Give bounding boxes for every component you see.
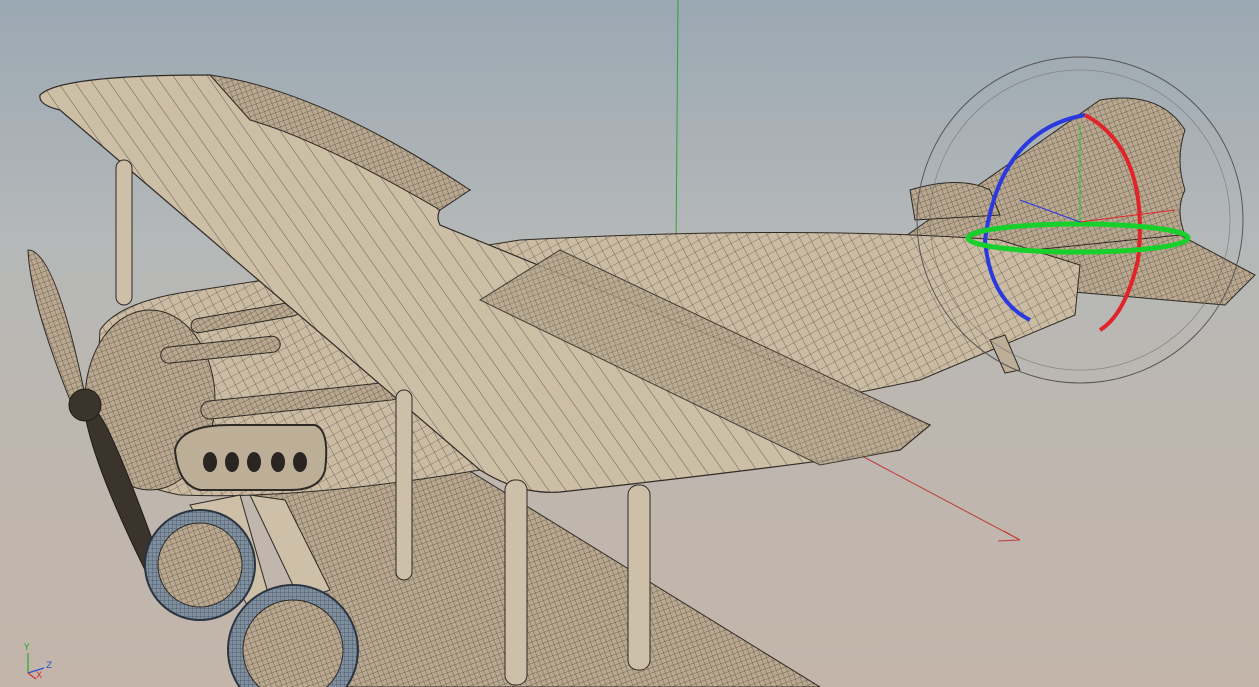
axis-x-label: X — [36, 671, 43, 681]
scene-canvas[interactable] — [0, 0, 1259, 687]
world-x-arrow — [997, 530, 1021, 542]
axis-y-label: Y — [24, 643, 30, 653]
vertical-tail-fin[interactable] — [898, 97, 1186, 261]
front-wheel[interactable] — [144, 509, 256, 621]
tail-skid[interactable] — [989, 334, 1021, 374]
propeller-hub[interactable] — [68, 388, 102, 422]
world-x-axis — [859, 454, 1021, 541]
3d-viewport[interactable]: Y Z X — [0, 0, 1259, 687]
stabilizer-left[interactable] — [909, 182, 1001, 221]
axis-triad: Y Z X — [18, 643, 58, 683]
world-y-axis — [675, 0, 679, 251]
axis-z-label: Z — [46, 661, 53, 671]
propeller-upper-blade[interactable] — [27, 249, 86, 401]
